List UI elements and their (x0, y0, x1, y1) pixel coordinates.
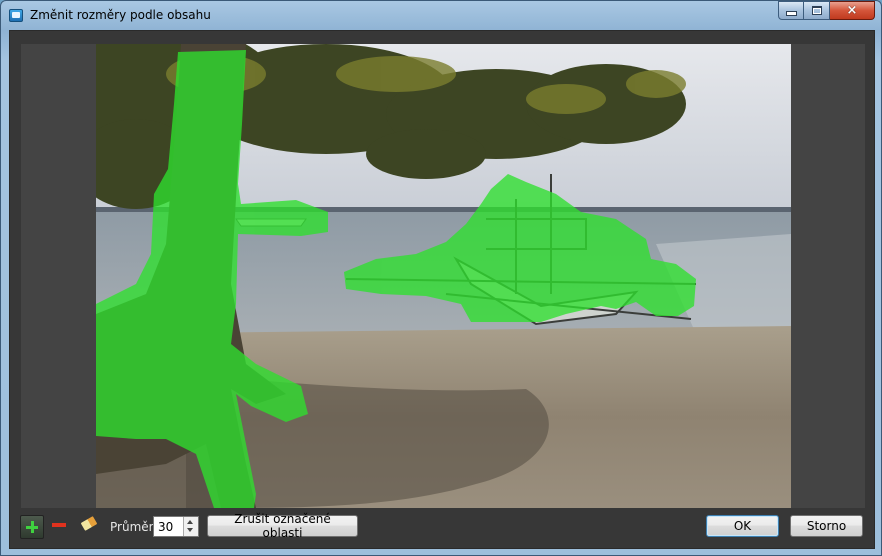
chevron-down-icon[interactable] (187, 528, 193, 532)
diameter-value[interactable]: 30 (158, 520, 173, 534)
dialog-client-area: Průměr: 30 Zrušit označené oblasti OK St… (9, 30, 875, 549)
image-canvas[interactable] (21, 44, 865, 508)
add-mask-icon[interactable] (20, 515, 44, 539)
title-bar[interactable]: Změnit rozměry podle obsahu × (1, 1, 881, 30)
ok-button[interactable]: OK (706, 515, 779, 537)
app-icon (9, 9, 23, 22)
minimize-button[interactable] (778, 1, 804, 20)
diameter-label: Průměr: (110, 520, 158, 534)
minimize-icon (785, 11, 797, 16)
remove-mask-icon[interactable] (52, 523, 66, 527)
cancel-button[interactable]: Storno (790, 515, 863, 537)
maximize-icon (811, 6, 822, 15)
dialog-window: Změnit rozměry podle obsahu × Průměr: 30… (0, 0, 882, 556)
stepper-arrows (183, 517, 198, 536)
close-button[interactable]: × (830, 1, 875, 20)
bottom-toolbar: Průměr: 30 Zrušit označené oblasti OK St… (10, 508, 874, 548)
beach-photo-with-mask[interactable] (96, 44, 791, 508)
eraser-icon[interactable] (80, 516, 98, 531)
window-title: Změnit rozměry podle obsahu (30, 8, 211, 22)
close-icon: × (846, 3, 858, 18)
maximize-button[interactable] (804, 1, 830, 20)
caption-buttons: × (778, 1, 875, 21)
clear-selection-button[interactable]: Zrušit označené oblasti (207, 512, 358, 540)
diameter-stepper[interactable]: 30 (153, 516, 199, 537)
chevron-up-icon[interactable] (187, 520, 193, 524)
